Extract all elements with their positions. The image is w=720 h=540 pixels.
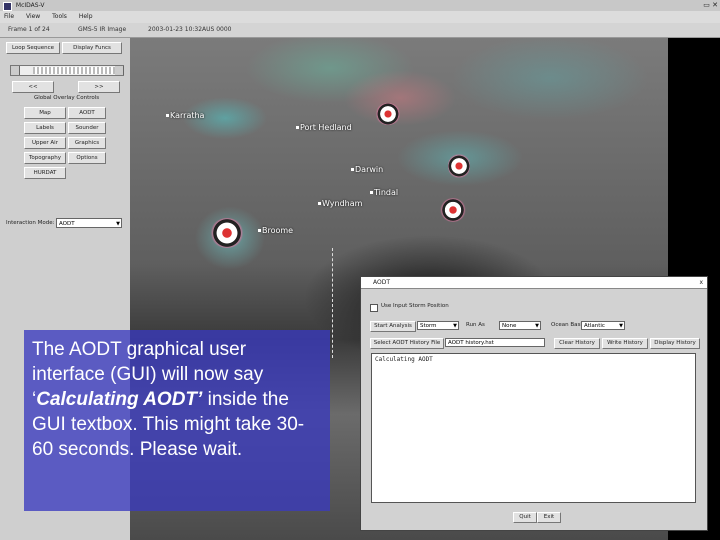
topography-button[interactable]: Topography <box>24 152 66 164</box>
interaction-mode-label: Interaction Mode: <box>6 220 55 226</box>
status-line: Frame 1 of 24 GMS-5 IR Image 2003-01-23 … <box>0 23 720 38</box>
history-file-field[interactable]: AODT history.hst <box>445 338 545 347</box>
run-as-label: Run As <box>466 322 485 328</box>
display-funcs-button[interactable]: Display Funcs <box>62 42 122 54</box>
app-icon <box>3 2 12 11</box>
map-label: Darwin <box>350 165 384 174</box>
slider-thumb-left[interactable] <box>11 66 20 75</box>
aodt-output-textbox[interactable]: Calculating AODT <box>371 353 696 503</box>
interaction-mode-select[interactable]: AODT ▼ <box>56 218 122 228</box>
exit-button[interactable]: Exit <box>537 512 561 523</box>
status-time: 2003-01-23 10:32 <box>148 26 203 33</box>
hurdat-button[interactable]: HURDAT <box>24 167 66 179</box>
aodt-button[interactable]: AODT <box>68 107 106 119</box>
storm-cell <box>440 198 466 222</box>
cyclone-core <box>210 218 244 248</box>
interaction-mode-value: AODT <box>59 221 75 227</box>
close-icon[interactable]: x <box>699 277 703 288</box>
ocean-basin-value: Atlantic <box>584 323 605 329</box>
chevron-down-icon: ▼ <box>535 323 539 329</box>
map-label: Port Hedland <box>296 123 352 132</box>
storm-cell <box>448 153 470 179</box>
frame-slider[interactable] <box>10 65 124 76</box>
status-image: GMS-5 IR Image <box>78 26 127 33</box>
overlay-group-title: Global Overlay Controls <box>34 95 100 101</box>
chevron-down-icon: ▼ <box>453 323 457 329</box>
storm-dropdown[interactable]: Storm ▼ <box>417 321 459 330</box>
use-storm-position-label: Use Input Storm Position <box>381 303 449 309</box>
clear-history-button[interactable]: Clear History <box>554 338 600 349</box>
map-label: Tindal <box>369 188 399 197</box>
window-controls[interactable]: ▭ ✕ <box>703 1 718 10</box>
quit-button[interactable]: Quit <box>513 512 537 523</box>
caption-emphasis: Calculating AODT’ <box>36 389 203 410</box>
menu-tools[interactable]: Tools <box>52 13 67 20</box>
use-storm-position-checkbox[interactable] <box>370 304 378 312</box>
menu-bar: File View Tools Help <box>0 11 720 23</box>
cursor-box-line <box>332 248 333 358</box>
aodt-dialog: AODT x Use Input Storm Position Start An… <box>360 276 708 531</box>
map-label: Karratha <box>165 111 205 120</box>
start-analysis-button[interactable]: Start Analysis <box>370 321 416 332</box>
menu-help[interactable]: Help <box>79 13 93 20</box>
dialog-title-bar: AODT x <box>361 277 707 289</box>
dialog-title: AODT <box>373 279 391 286</box>
status-frame: Frame 1 of 24 <box>8 26 50 33</box>
instruction-caption: The AODT graphical user interface (GUI) … <box>24 330 330 511</box>
select-history-file-button[interactable]: Select AODT History File <box>370 338 444 349</box>
menu-file[interactable]: File <box>4 13 14 20</box>
display-history-button[interactable]: Display History <box>650 338 700 349</box>
step-forward-button[interactable]: >> <box>78 81 120 93</box>
map-label: Broome <box>257 226 294 235</box>
run-as-value: None <box>502 323 517 329</box>
storm-cell <box>375 103 401 125</box>
window-title: McIDAS-V <box>15 2 45 9</box>
ocean-basin-dropdown[interactable]: Atlantic ▼ <box>581 321 625 330</box>
slider-track <box>33 67 115 74</box>
application-window: McIDAS-V ▭ ✕ File View Tools Help Frame … <box>0 0 720 540</box>
options-button[interactable]: Options <box>68 152 106 164</box>
run-as-dropdown[interactable]: None ▼ <box>499 321 541 330</box>
upper-air-button[interactable]: Upper Air <box>24 137 66 149</box>
map-button[interactable]: Map <box>24 107 66 119</box>
menu-view[interactable]: View <box>26 13 40 20</box>
graphics-button[interactable]: Graphics <box>68 137 106 149</box>
loop-sequence-button[interactable]: Loop Sequence <box>6 42 60 54</box>
chevron-down-icon: ▼ <box>116 221 120 227</box>
write-history-button[interactable]: Write History <box>602 338 648 349</box>
sounder-button[interactable]: Sounder <box>68 122 106 134</box>
chevron-down-icon: ▼ <box>619 323 623 329</box>
slider-thumb-right[interactable] <box>115 66 124 75</box>
status-area: AUS 0000 <box>202 26 232 33</box>
step-back-button[interactable]: << <box>12 81 54 93</box>
labels-button[interactable]: Labels <box>24 122 66 134</box>
storm-dropdown-value: Storm <box>420 323 437 329</box>
map-label: Wyndham <box>317 199 363 208</box>
